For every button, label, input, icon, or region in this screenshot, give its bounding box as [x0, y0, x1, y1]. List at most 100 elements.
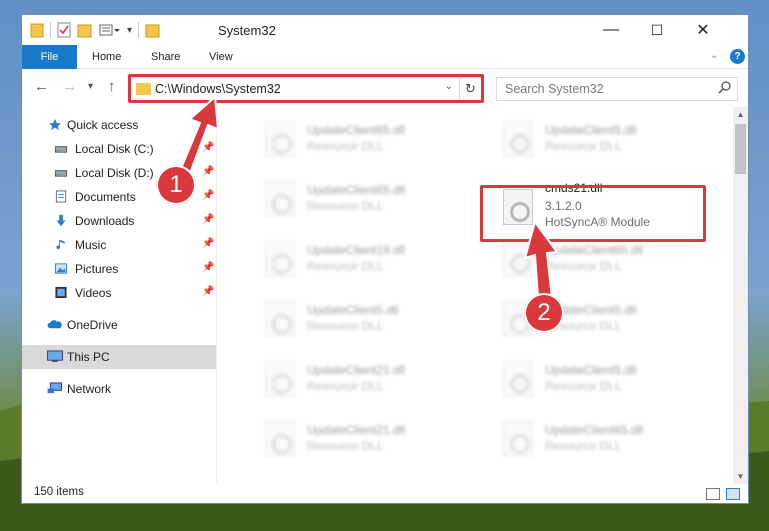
step-1-badge: 1 [156, 165, 196, 205]
cloud-icon [47, 320, 62, 329]
large-icons-view-icon[interactable] [726, 488, 740, 500]
sidebar-item-pictures[interactable]: Pictures 📌 [22, 257, 216, 281]
sidebar-item-label: Local Disk (C:) [75, 142, 154, 156]
recent-locations-icon[interactable]: ▾ [88, 81, 93, 92]
pin-icon[interactable]: 📌 [202, 238, 214, 249]
sidebar-item-network[interactable]: Network [22, 377, 216, 401]
pin-icon[interactable]: 📌 [202, 286, 214, 297]
dll-file-icon [503, 121, 533, 157]
maximize-button[interactable]: ☐ [634, 15, 680, 45]
tab-view[interactable]: View [209, 45, 233, 69]
sidebar-item-label: This PC [67, 350, 110, 364]
vertical-scrollbar[interactable]: ▲ ▼ [733, 107, 748, 484]
back-arrow-icon[interactable]: ← [34, 78, 49, 95]
computer-icon [47, 350, 63, 363]
help-icon[interactable]: ? [730, 49, 745, 64]
dll-file-icon [503, 421, 533, 457]
sidebar-item-label: Pictures [75, 262, 119, 276]
tab-share[interactable]: Share [151, 45, 180, 69]
drive-icon [54, 146, 68, 153]
sidebar-item-label: Documents [75, 190, 136, 204]
toolbar-divider [50, 22, 51, 38]
list-item[interactable]: UpdateClient5.dll Resource DLL [473, 297, 703, 345]
download-icon [56, 214, 66, 227]
list-item[interactable]: UpdateClient21.dll Resource DLL [235, 417, 465, 465]
new-folder-icon[interactable] [77, 22, 93, 38]
file-name: UpdateClient5.dll [545, 123, 637, 137]
chevron-down-icon[interactable]: ▾ [127, 25, 132, 36]
sidebar-item-this-pc[interactable]: This PC [22, 345, 216, 369]
pin-icon[interactable]: 📌 [202, 262, 214, 273]
file-name: UpdateClient21.dll [307, 423, 406, 437]
properties-icon[interactable] [57, 22, 71, 38]
sidebar-item-label: Quick access [67, 118, 139, 132]
documents-icon [55, 190, 67, 203]
sidebar-item-label: OneDrive [67, 318, 118, 332]
navigation-bar: ← → ▾ ↑ C:\Windows\System32 ⌄ ↻ Search S… [22, 69, 748, 107]
sidebar-item-music[interactable]: Music 📌 [22, 233, 216, 257]
file-type: Resource DLL [307, 199, 384, 213]
file-highlight-box [480, 185, 706, 242]
list-item[interactable]: UpdateClient21.dll Resource DLL [235, 357, 465, 405]
file-type: Resource DLL [307, 259, 384, 273]
dll-file-icon [265, 361, 295, 397]
dll-file-icon [265, 301, 295, 337]
ribbon: File Home Share View ⌄ ? [22, 45, 748, 69]
drive-icon [54, 170, 68, 177]
list-item[interactable]: UpdateClient65.dll Resource DLL [235, 117, 465, 165]
file-type: Resource DLL [307, 439, 384, 453]
sidebar-item-videos[interactable]: Videos 📌 [22, 281, 216, 305]
status-bar: 150 items [22, 484, 748, 503]
up-arrow-icon[interactable]: ↑ [108, 78, 116, 95]
file-name: UpdateClient5.dll [545, 363, 637, 377]
scrollbar-thumb[interactable] [735, 124, 746, 174]
customize-toolbar-icon[interactable] [99, 22, 121, 38]
sidebar-item-label: Videos [75, 286, 112, 300]
folder-icon [30, 23, 44, 38]
sidebar-item-downloads[interactable]: Downloads 📌 [22, 209, 216, 233]
forward-arrow-icon[interactable]: → [62, 78, 77, 95]
search-icon[interactable] [718, 81, 731, 94]
step-2-badge: 2 [524, 293, 564, 333]
sidebar-item-label: Downloads [75, 214, 135, 228]
dll-file-icon [503, 361, 533, 397]
dll-file-icon [265, 421, 295, 457]
list-item[interactable]: UpdateClient5.dll Resource DLL [235, 297, 465, 345]
minimize-button[interactable]: — [588, 15, 634, 45]
pin-icon[interactable]: 📌 [202, 214, 214, 225]
star-icon [48, 118, 62, 131]
sidebar-item-onedrive[interactable]: OneDrive [22, 313, 216, 337]
list-item[interactable]: UpdateClient65.dll Resource DLL [235, 177, 465, 225]
file-name: UpdateClient5.dll [307, 303, 399, 317]
dll-file-icon [265, 181, 295, 217]
file-type: Resource DLL [545, 139, 622, 153]
sidebar-item-label: Network [67, 382, 112, 396]
scroll-down-icon[interactable]: ▼ [733, 469, 748, 484]
tab-home[interactable]: Home [92, 45, 121, 69]
close-button[interactable]: ✕ [680, 15, 726, 45]
list-item[interactable]: UpdateClient5.dll Resource DLL [473, 117, 703, 165]
dll-file-icon [265, 121, 295, 157]
list-item[interactable]: UpdateClient5.dll Resource DLL [473, 357, 703, 405]
quick-access-toolbar: ▾ [30, 22, 161, 38]
videos-icon [55, 286, 67, 299]
tab-file[interactable]: File [22, 45, 77, 69]
details-view-icon[interactable] [706, 488, 720, 500]
file-name: UpdateClient65.dll [545, 423, 644, 437]
window-title: System32 [218, 23, 276, 38]
file-type: Resource DLL [307, 319, 384, 333]
toolbar-divider [138, 22, 140, 38]
expand-ribbon-icon[interactable]: ⌄ [710, 50, 718, 61]
folder-icon [145, 24, 160, 38]
pictures-icon [54, 263, 68, 274]
search-input[interactable]: Search System32 [496, 77, 738, 101]
file-type: Resource DLL [545, 379, 622, 393]
list-item[interactable]: UpdateClient19.dll Resource DLL [235, 237, 465, 285]
sidebar-item-label: Music [75, 238, 107, 252]
file-name: UpdateClient19.dll [307, 243, 406, 257]
list-item[interactable]: UpdateClient65.dll Resource DLL [473, 417, 703, 465]
list-item[interactable]: UpdateClient65.dll Resource DLL [473, 237, 703, 285]
file-type: Resource DLL [307, 379, 384, 393]
file-type: Resource DLL [307, 139, 384, 153]
scroll-up-icon[interactable]: ▲ [733, 107, 748, 122]
